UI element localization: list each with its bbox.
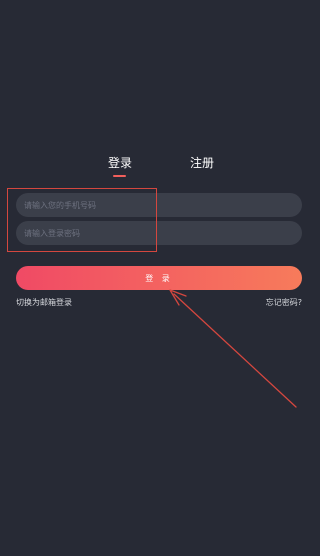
active-tab-indicator <box>113 175 126 177</box>
tab-register[interactable]: 注册 <box>189 153 215 173</box>
login-button[interactable]: 登 录 <box>16 266 302 290</box>
auth-tabs: 登录 注册 <box>0 153 319 183</box>
tab-login[interactable]: 登录 <box>106 153 134 173</box>
tab-login-label: 登录 <box>107 156 132 170</box>
forgot-password-link[interactable]: 忘记密码? <box>266 297 302 309</box>
annotation-arrow-shaft <box>173 293 297 408</box>
password-input[interactable] <box>16 221 302 245</box>
tab-register-label: 注册 <box>189 156 214 170</box>
phone-number-input[interactable] <box>16 193 302 217</box>
switch-to-email-login-link[interactable]: 切换为邮箱登录 <box>16 297 72 309</box>
annotation-arrow-head <box>169 289 187 306</box>
